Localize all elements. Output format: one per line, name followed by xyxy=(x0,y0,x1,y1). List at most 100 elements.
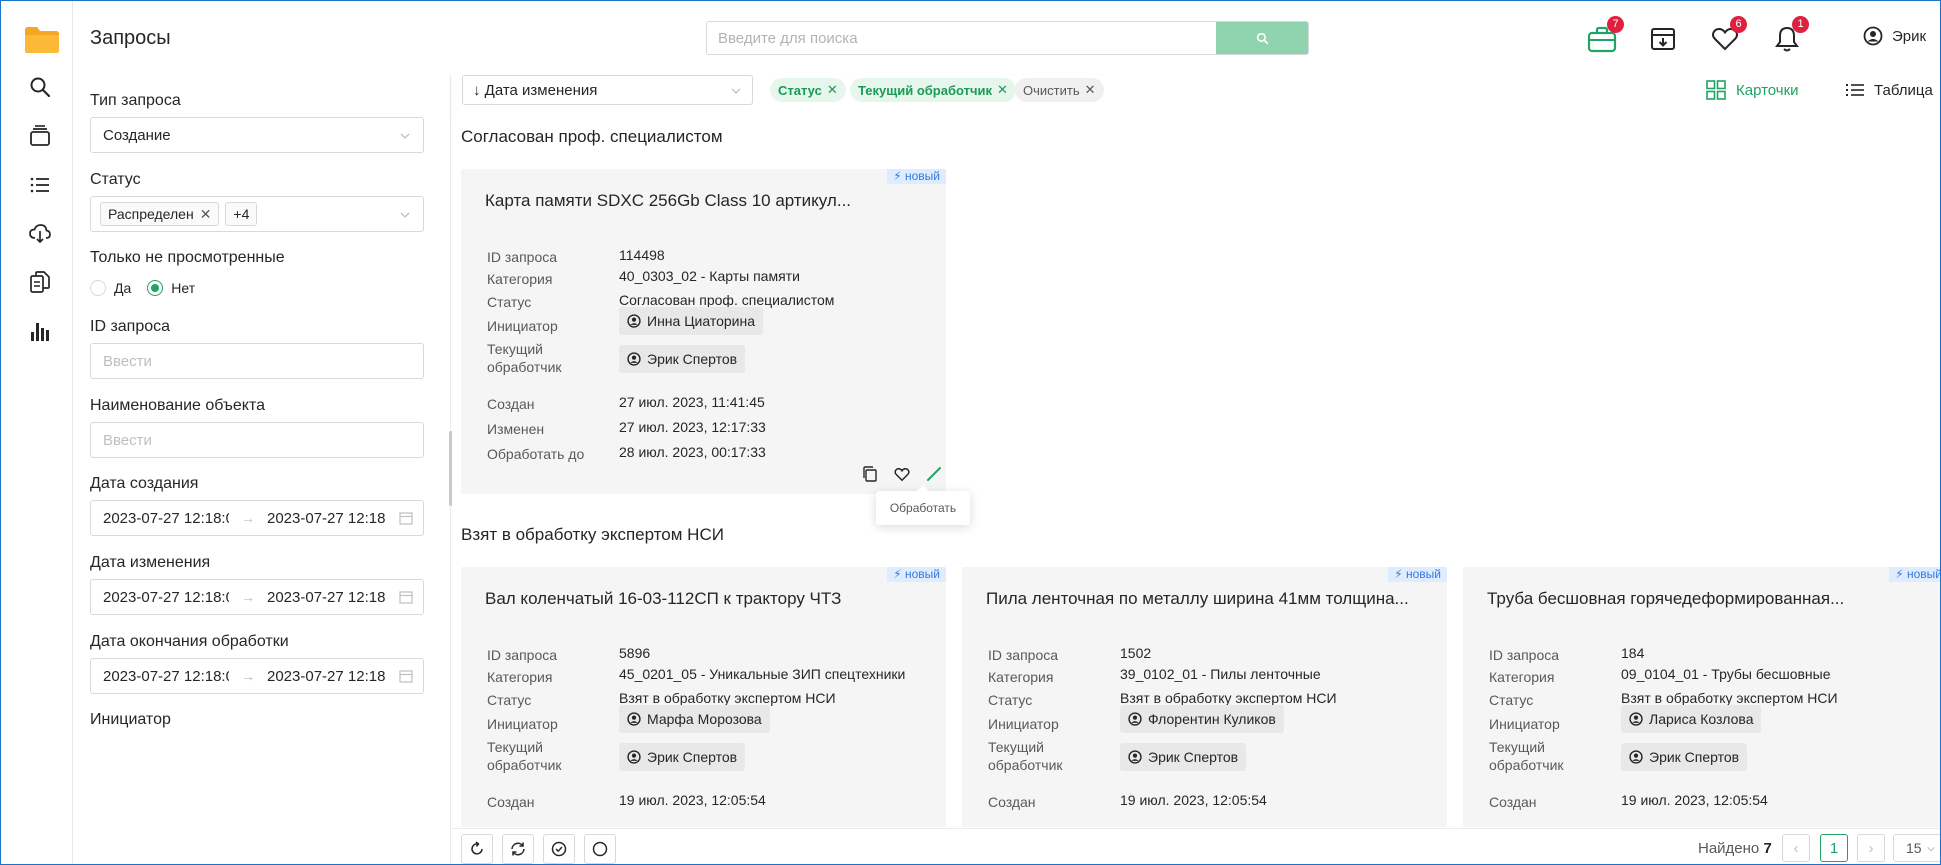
user-menu[interactable]: Эрик xyxy=(1863,26,1926,46)
archive-icon[interactable] xyxy=(1647,23,1679,55)
page-title: Запросы xyxy=(90,27,171,49)
request-card[interactable]: ⚡ новый Пила ленточная по металлу ширина… xyxy=(962,567,1447,827)
initiator-chip[interactable]: Марфа Морозова xyxy=(619,705,770,733)
chevron-down-icon xyxy=(731,88,741,94)
initiator-name: Инна Циаторина xyxy=(647,313,756,329)
initiator-name: Лариса Козлова xyxy=(1649,711,1754,727)
card-title[interactable]: Карта памяти SDXC 256Gb Class 10 артикул… xyxy=(485,191,851,211)
briefcase-icon[interactable]: 7 xyxy=(1586,16,1624,55)
request-id-label: ID запроса xyxy=(90,318,171,335)
handler-chip[interactable]: Эрик Спертов xyxy=(1120,743,1247,771)
process-tooltip: Обработать xyxy=(876,485,970,525)
id-value: 114498 xyxy=(619,247,665,263)
list-icon[interactable] xyxy=(23,168,57,202)
status-filter-chip[interactable]: Статус ✕ xyxy=(770,78,846,102)
view-table-button[interactable]: Таблица xyxy=(1846,75,1933,105)
copy-icon[interactable] xyxy=(858,463,882,485)
object-name-label: Наименование объекта xyxy=(90,397,266,414)
new-badge: ⚡ новый xyxy=(1889,567,1940,582)
page-button-current[interactable]: 1 xyxy=(1820,834,1848,862)
search-icon[interactable] xyxy=(23,70,57,104)
radio-yes[interactable] xyxy=(90,280,106,296)
created-label: Создан xyxy=(487,396,535,412)
page-size-select[interactable]: 15 xyxy=(1893,834,1940,862)
refresh-single-icon[interactable] xyxy=(461,834,493,864)
prev-page-button[interactable]: ‹ xyxy=(1782,834,1810,862)
handler-label-line2: обработчик xyxy=(988,757,1063,773)
chevron-down-icon xyxy=(400,133,410,139)
request-type-label: Тип запроса xyxy=(90,92,181,109)
object-name-input[interactable] xyxy=(90,422,424,458)
close-icon[interactable]: ✕ xyxy=(1085,82,1096,98)
search-input[interactable] xyxy=(707,22,1216,54)
bar-chart-icon[interactable] xyxy=(23,314,57,348)
sync-icon[interactable] xyxy=(502,834,534,864)
handler-label: Текущий обработчик xyxy=(487,340,562,376)
status-select[interactable]: Распределен ✕ +4 xyxy=(90,196,424,232)
cloud-download-icon[interactable] xyxy=(23,216,57,250)
next-page-button[interactable]: › xyxy=(1857,834,1885,862)
search-box xyxy=(706,21,1309,55)
stack-icon[interactable] xyxy=(23,119,57,153)
request-card[interactable]: ⚡ новый Труба бесшовная горячедеформиров… xyxy=(1463,567,1940,827)
handler-chip[interactable]: Эрик Спертов xyxy=(1621,743,1748,771)
close-icon[interactable]: ✕ xyxy=(200,206,212,223)
heart-icon[interactable]: 6 xyxy=(1709,16,1747,55)
modified-date-range[interactable]: 2023-07-27 12:18:0 → 2023-07-27 12:18 xyxy=(90,579,424,615)
cards-content: Согласован проф. специалистом ⚡ новый Ка… xyxy=(452,119,1940,827)
created-date-range[interactable]: 2023-07-27 12:18:0 → 2023-07-27 12:18 xyxy=(90,500,424,536)
category-value: 40_0303_02 - Карты памяти xyxy=(619,268,800,284)
initiator-chip[interactable]: Инна Циаторина xyxy=(619,307,764,335)
new-badge: ⚡ новый xyxy=(1388,567,1447,582)
circle-icon[interactable] xyxy=(584,834,616,864)
calendar-icon xyxy=(399,670,413,683)
user-icon xyxy=(627,750,641,764)
view-cards-button[interactable]: Карточки xyxy=(1706,75,1799,105)
unviewed-radio-group: Да Нет xyxy=(90,280,195,296)
sort-label: ↓ Дата изменения xyxy=(473,81,598,99)
sort-select[interactable]: ↓ Дата изменения xyxy=(462,75,753,105)
found-label: Найдено xyxy=(1698,840,1760,857)
radio-no[interactable] xyxy=(147,280,164,296)
bell-icon[interactable]: 1 xyxy=(1771,16,1809,55)
search-button[interactable] xyxy=(1216,22,1308,54)
deadline-date-range[interactable]: 2023-07-27 12:18:0 → 2023-07-27 12:18 xyxy=(90,658,424,694)
heart-icon[interactable] xyxy=(890,463,914,485)
initiator-chip[interactable]: Лариса Козлова xyxy=(1621,705,1762,733)
initiator-name: Флорентин Куликов xyxy=(1148,711,1276,727)
handler-label-line1: Текущий xyxy=(1489,739,1545,755)
new-badge-label: новый xyxy=(1906,567,1940,581)
new-badge: ⚡ новый xyxy=(887,169,946,184)
card-title[interactable]: Вал коленчатый 16-03-112СП к трактору ЧТ… xyxy=(485,589,841,609)
card-title[interactable]: Пила ленточная по металлу ширина 41мм то… xyxy=(986,589,1409,609)
close-icon[interactable]: ✕ xyxy=(997,82,1008,98)
notifications-badge: 1 xyxy=(1792,16,1809,33)
handler-chip[interactable]: Эрик Спертов xyxy=(619,345,746,373)
handler-filter-chip[interactable]: Текущий обработчик ✕ xyxy=(850,78,1016,102)
edit-pencil-icon[interactable] xyxy=(922,463,946,485)
check-circle-icon[interactable] xyxy=(543,834,575,864)
calendar-icon xyxy=(399,591,413,604)
created-value: 27 июл. 2023, 11:41:45 xyxy=(619,394,765,410)
category-label: Категория xyxy=(1489,669,1555,685)
user-icon xyxy=(627,314,641,328)
handler-label-line1: Текущий xyxy=(988,739,1044,755)
user-name: Эрик xyxy=(1892,27,1927,45)
clear-filters-chip[interactable]: Очистить ✕ xyxy=(1015,78,1104,102)
documents-icon[interactable] xyxy=(23,265,57,299)
folder-logo-icon[interactable] xyxy=(24,26,60,54)
arrow-right-icon: → xyxy=(241,589,255,605)
card-title[interactable]: Труба бесшовная горячедеформированная... xyxy=(1487,589,1844,609)
category-label: Категория xyxy=(487,669,553,685)
request-card[interactable]: ⚡ новый Вал коленчатый 16-03-112СП к тра… xyxy=(461,567,946,827)
request-id-input[interactable] xyxy=(90,343,424,379)
id-label: ID запроса xyxy=(487,647,558,663)
handler-chip[interactable]: Эрик Спертов xyxy=(619,743,746,771)
deadline-value: 28 июл. 2023, 00:17:33 xyxy=(619,444,766,460)
request-type-select[interactable]: Создание xyxy=(90,117,424,153)
card-actions xyxy=(858,463,946,485)
initiator-chip[interactable]: Флорентин Куликов xyxy=(1120,705,1284,733)
close-icon[interactable]: ✕ xyxy=(827,82,838,98)
new-badge-label: новый xyxy=(904,567,940,581)
request-card[interactable]: ⚡ новый Карта памяти SDXC 256Gb Class 10… xyxy=(461,169,946,494)
